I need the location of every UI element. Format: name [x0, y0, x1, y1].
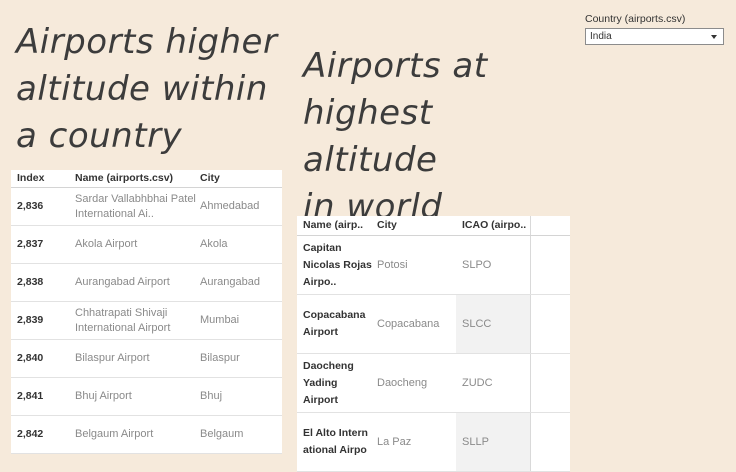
cell-city: Mumbai [200, 314, 240, 326]
cell-name: El Alto Intern ational Airpo [303, 427, 368, 456]
cell-name: Capitan Nicolas Rojas Airpo.. [303, 241, 372, 288]
cell-index: 2,840 [17, 352, 44, 364]
cell-city: Daocheng [377, 376, 428, 389]
cell-index: 2,842 [17, 428, 44, 440]
country-dropdown-value: India [590, 31, 612, 42]
table-row[interactable]: Copacabana Airport Copacabana SLCC [297, 295, 570, 354]
chevron-down-icon[interactable] [711, 35, 717, 39]
column-divider [530, 413, 531, 471]
table-row[interactable]: 2,839 Chhatrapati Shivaji International … [11, 302, 282, 340]
table-header: Name (airp.. City ICAO (airpo.. [297, 216, 570, 236]
cell-name: Daocheng Yading Airport [303, 359, 354, 406]
cell-icao: ZUDC [462, 376, 493, 389]
cell-city: Bilaspur [200, 352, 240, 364]
world-airports-table: Name (airp.. City ICAO (airpo.. Capitan … [297, 216, 570, 472]
title-airports-highest-altitude-world: Airports at highest altitude in world [303, 46, 488, 227]
cell-city: Belgaum [200, 428, 244, 440]
table-row[interactable]: 2,842 Belgaum Airport Belgaum [11, 416, 282, 454]
cell-name: Aurangabad Airport [75, 276, 170, 288]
header-city[interactable]: City [377, 216, 455, 235]
header-city[interactable]: City [200, 170, 280, 187]
header-name[interactable]: Name (airports.csv) [75, 170, 198, 187]
header-index[interactable]: Index [17, 170, 73, 187]
cell-index: 2,838 [17, 276, 44, 288]
cell-index: 2,841 [17, 390, 44, 402]
cell-name: Bilaspur Airport [75, 352, 150, 364]
country-dropdown[interactable]: India [585, 28, 724, 45]
cell-name: Copacabana Airport [303, 309, 366, 338]
cell-index: 2,839 [17, 314, 44, 326]
column-divider [530, 354, 531, 412]
country-airports-table: Index Name (airports.csv) City 2,836 Sar… [11, 170, 282, 454]
country-filter: Country (airports.csv) India [585, 12, 725, 45]
cell-name: Sardar Vallabhbhai Patel International A… [75, 192, 196, 220]
cell-icao: SLPO [462, 258, 492, 271]
cell-city: Akola [200, 238, 228, 250]
cell-name: Bhuj Airport [75, 390, 132, 402]
table-row[interactable]: 2,840 Bilaspur Airport Bilaspur [11, 340, 282, 378]
cell-city: Bhuj [200, 390, 223, 402]
cell-index: 2,837 [17, 238, 44, 250]
cell-icao: SLCC [462, 317, 492, 330]
header-icao[interactable]: ICAO (airpo.. [462, 216, 530, 235]
table-row[interactable]: 2,837 Akola Airport Akola [11, 226, 282, 264]
cell-city: Aurangabad [200, 276, 260, 288]
title-airports-higher-altitude-country: Airports higher altitude within a countr… [16, 22, 278, 156]
cell-name: Belgaum Airport [75, 428, 154, 440]
header-name[interactable]: Name (airp.. [303, 216, 373, 235]
cell-city: Ahmedabad [200, 200, 260, 212]
column-divider [530, 216, 531, 235]
column-divider [530, 295, 531, 353]
table-row[interactable]: 2,841 Bhuj Airport Bhuj [11, 378, 282, 416]
cell-icao: SLLP [462, 435, 489, 448]
table-row[interactable]: Daocheng Yading Airport Daocheng ZUDC [297, 354, 570, 413]
cell-city: Copacabana [377, 317, 440, 330]
cell-city: Potosi [377, 258, 408, 271]
table-row[interactable]: 2,838 Aurangabad Airport Aurangabad [11, 264, 282, 302]
cell-name: Akola Airport [75, 238, 138, 250]
table-row[interactable]: Capitan Nicolas Rojas Airpo.. Potosi SLP… [297, 236, 570, 295]
cell-name: Chhatrapati Shivaji International Airpor… [75, 306, 171, 334]
cell-city: La Paz [377, 435, 412, 448]
cell-index: 2,836 [17, 200, 44, 212]
table-row[interactable]: 2,836 Sardar Vallabhbhai Patel Internati… [11, 188, 282, 226]
column-divider [530, 236, 531, 294]
country-filter-label: Country (airports.csv) [585, 13, 686, 25]
table-header: Index Name (airports.csv) City [11, 170, 282, 188]
table-row[interactable]: El Alto Intern ational Airpo La Paz SLLP [297, 413, 570, 472]
